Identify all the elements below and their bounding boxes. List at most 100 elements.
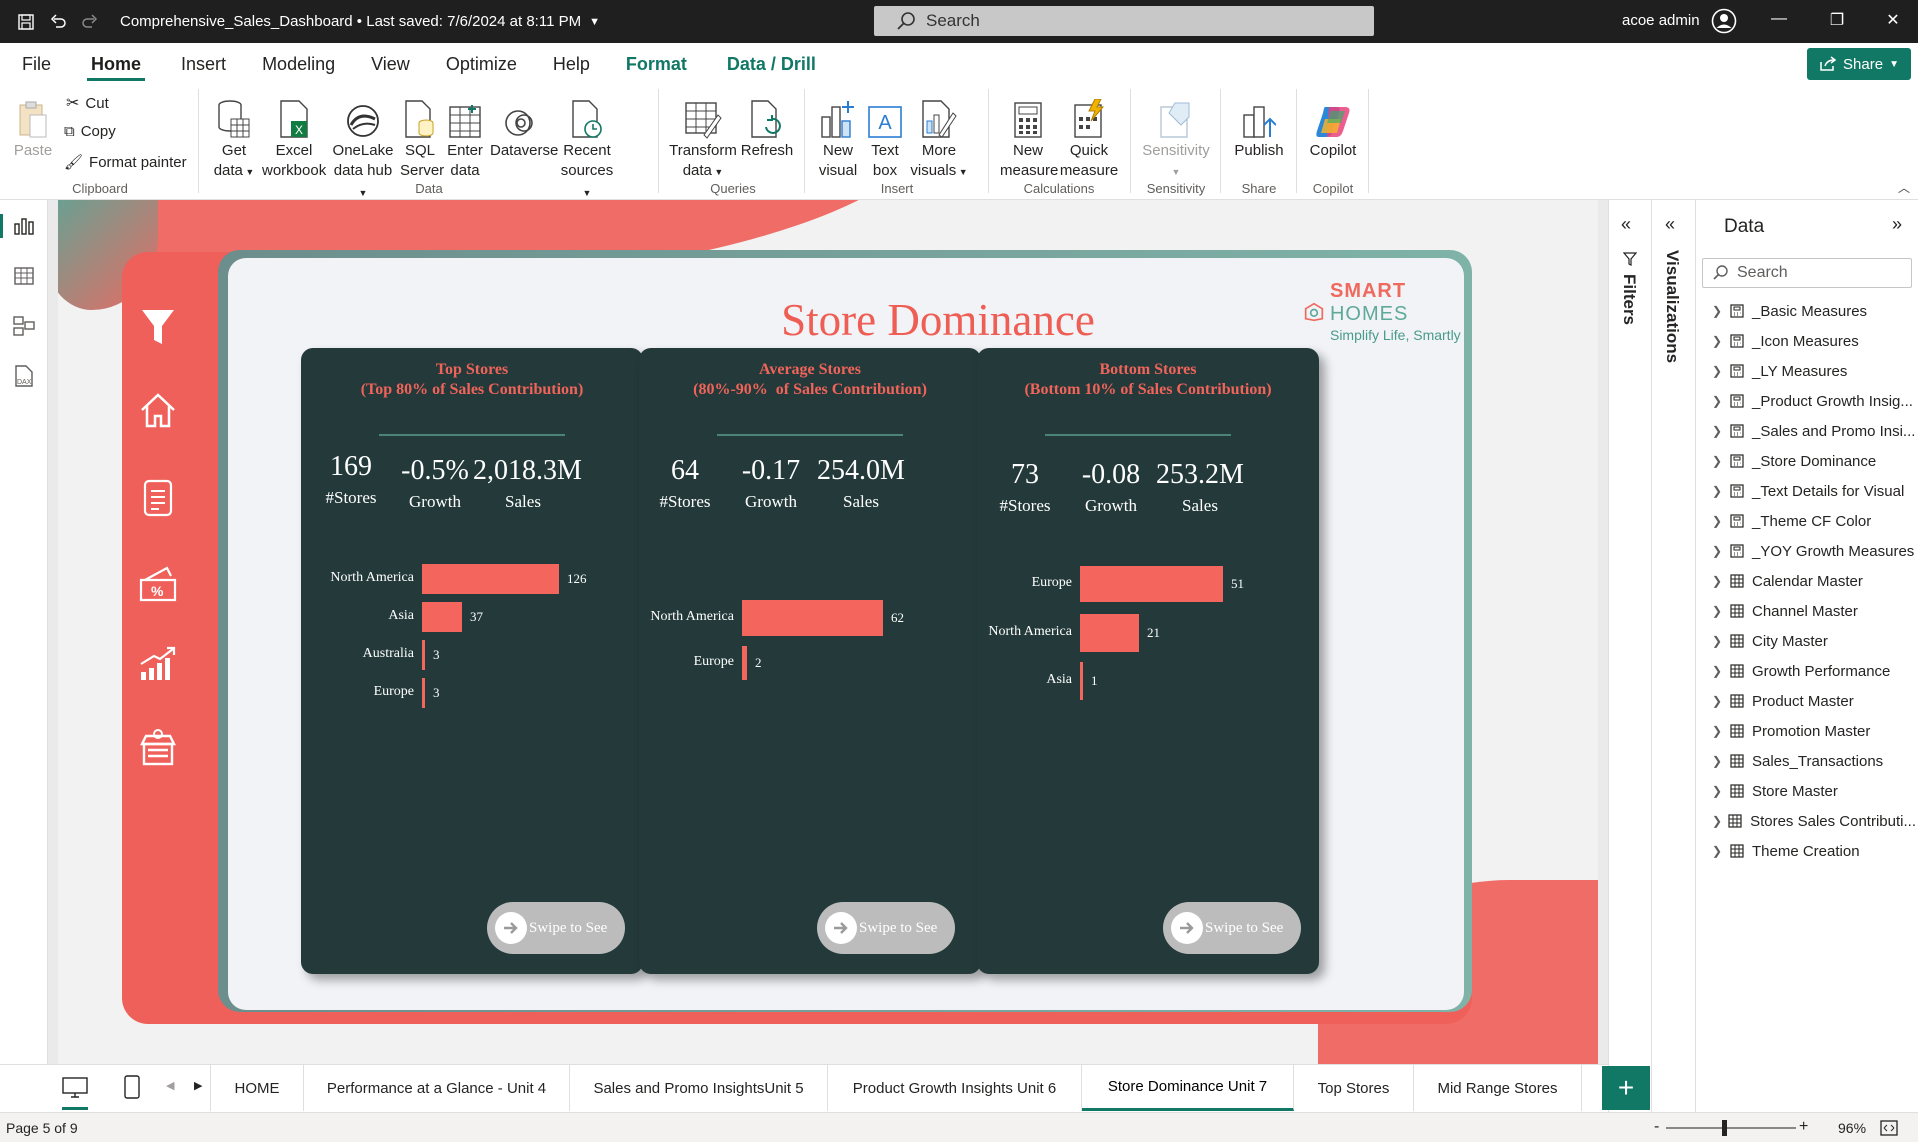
data-table-item[interactable]: ❯ _Basic Measures: [1712, 296, 1916, 326]
new-measure-button[interactable]: New measure: [1000, 89, 1058, 181]
bar[interactable]: [742, 646, 747, 680]
paste-button[interactable]: Paste: [10, 89, 56, 161]
scroll-right-icon[interactable]: ▶: [194, 1079, 202, 1092]
mobile-layout-icon[interactable]: [124, 1075, 140, 1099]
growth-chart-icon[interactable]: [128, 634, 188, 694]
fit-to-page-icon[interactable]: [1880, 1119, 1898, 1137]
filters-label[interactable]: Filters: [1619, 274, 1639, 325]
swipe-to-see-button[interactable]: Swipe to See: [817, 902, 955, 954]
undo-icon[interactable]: [42, 7, 74, 37]
data-table-item[interactable]: ❯ _Store Dominance: [1712, 446, 1916, 476]
data-table-item[interactable]: ❯ Growth Performance: [1712, 656, 1916, 686]
data-table-item[interactable]: ❯ Channel Master: [1712, 596, 1916, 626]
close-icon[interactable]: ✕: [1878, 10, 1908, 30]
report-view-icon[interactable]: [12, 214, 36, 238]
chevron-down-icon[interactable]: ▼: [589, 16, 600, 28]
page-tab-store-dominance[interactable]: Store Dominance Unit 7: [1082, 1065, 1294, 1111]
search-box[interactable]: Search: [874, 6, 1374, 36]
get-data-button[interactable]: Get data ▼: [210, 89, 258, 182]
desktop-layout-icon[interactable]: [62, 1077, 88, 1099]
filter-icon[interactable]: [128, 298, 188, 358]
excel-workbook-button[interactable]: X Excel workbook: [262, 89, 326, 181]
zoom-slider-handle[interactable]: [1722, 1120, 1727, 1136]
page-tab-performance[interactable]: Performance at a Glance - Unit 4: [304, 1065, 570, 1111]
zoom-out-button[interactable]: -: [1654, 1118, 1659, 1136]
tab-optimize[interactable]: Optimize: [428, 43, 535, 85]
tab-data-drill[interactable]: Data / Drill: [705, 43, 834, 85]
add-page-button[interactable]: +: [1602, 1066, 1650, 1110]
data-table-item[interactable]: ❯ _LY Measures: [1712, 356, 1916, 386]
data-table-item[interactable]: ❯ Promotion Master: [1712, 716, 1916, 746]
share-button[interactable]: Share ▼: [1807, 48, 1911, 80]
bar[interactable]: [422, 640, 425, 670]
chevron-left-double-icon[interactable]: «: [1621, 214, 1631, 235]
maximize-icon[interactable]: ❐: [1822, 10, 1852, 30]
data-table-item[interactable]: ❯ Theme Creation: [1712, 836, 1916, 866]
publish-button[interactable]: Publish: [1228, 89, 1290, 161]
chevron-right-double-icon[interactable]: »: [1892, 214, 1902, 235]
copilot-button[interactable]: Copilot: [1304, 89, 1362, 161]
transform-data-button[interactable]: Transform data ▼: [668, 89, 738, 182]
page-tab-home[interactable]: HOME: [210, 1065, 304, 1111]
dataverse-button[interactable]: Dataverse: [490, 89, 558, 161]
avatar-icon[interactable]: [1711, 8, 1737, 34]
data-table-item[interactable]: ❯ City Master: [1712, 626, 1916, 656]
page-tab-sales-promo[interactable]: Sales and Promo InsightsUnit 5: [570, 1065, 828, 1111]
bar[interactable]: [1080, 566, 1223, 602]
save-icon[interactable]: [10, 7, 42, 37]
tab-view[interactable]: View: [353, 43, 428, 85]
document-title[interactable]: Comprehensive_Sales_Dashboard • Last sav…: [120, 13, 581, 30]
model-view-icon[interactable]: [12, 314, 36, 338]
collapse-ribbon-icon[interactable]: ︿: [1898, 179, 1910, 196]
data-table-item[interactable]: ❯ _Icon Measures: [1712, 326, 1916, 356]
zoom-in-button[interactable]: +: [1799, 1118, 1808, 1136]
bar[interactable]: [1080, 614, 1139, 652]
text-box-button[interactable]: A Text box: [864, 89, 906, 181]
user-name[interactable]: acoe admin: [1622, 12, 1700, 29]
bar[interactable]: [742, 600, 883, 636]
data-table-item[interactable]: ❯ Product Master: [1712, 686, 1916, 716]
data-table-item[interactable]: ❯ Sales_Transactions: [1712, 746, 1916, 776]
data-table-item[interactable]: ❯ _Product Growth Insig...: [1712, 386, 1916, 416]
dax-query-view-icon[interactable]: DAX: [12, 364, 36, 388]
tab-home[interactable]: Home: [69, 43, 163, 85]
copy-button[interactable]: ⧉ Copy: [64, 123, 116, 140]
zoom-slider[interactable]: [1666, 1127, 1796, 1129]
new-visual-button[interactable]: New visual: [814, 89, 862, 181]
page-tab-product-growth[interactable]: Product Growth Insights Unit 6: [828, 1065, 1082, 1111]
zoom-level[interactable]: 96%: [1838, 1120, 1866, 1136]
visualizations-label[interactable]: Visualizations: [1662, 250, 1682, 363]
sensitivity-button[interactable]: Sensitivity ▼: [1140, 89, 1212, 182]
scroll-left-icon[interactable]: ◀: [166, 1079, 174, 1092]
data-table-item[interactable]: ❯ _Theme CF Color: [1712, 506, 1916, 536]
data-table-item[interactable]: ❯ _Text Details for Visual: [1712, 476, 1916, 506]
redo-icon[interactable]: [74, 7, 106, 37]
cut-button[interactable]: ✂ Cut: [66, 93, 109, 113]
tab-file[interactable]: File: [0, 43, 69, 85]
more-visuals-button[interactable]: More visuals ▼: [908, 89, 970, 182]
bar[interactable]: [1080, 662, 1083, 700]
tab-modeling[interactable]: Modeling: [244, 43, 353, 85]
data-table-item[interactable]: ❯ _YOY Growth Measures: [1712, 536, 1916, 566]
bar[interactable]: [422, 602, 462, 632]
data-search-input[interactable]: Search: [1702, 258, 1912, 288]
data-table-item[interactable]: ❯ Store Master: [1712, 776, 1916, 806]
enter-data-button[interactable]: Enter data: [442, 89, 488, 181]
tab-insert[interactable]: Insert: [163, 43, 244, 85]
data-table-item[interactable]: ❯ _Sales and Promo Insi...: [1712, 416, 1916, 446]
format-painter-button[interactable]: 🖌 Format painter: [64, 153, 187, 172]
quick-measure-button[interactable]: Quick measure: [1058, 89, 1120, 181]
sql-server-button[interactable]: SQL Server: [400, 89, 444, 181]
data-table-item[interactable]: ❯ Calendar Master: [1712, 566, 1916, 596]
tab-format[interactable]: Format: [608, 43, 705, 85]
home-icon[interactable]: [128, 380, 188, 440]
data-table-item[interactable]: ❯ Stores Sales Contributi...: [1712, 806, 1916, 836]
page-tab-mid-range[interactable]: Mid Range Stores: [1414, 1065, 1582, 1111]
bar[interactable]: [422, 678, 425, 708]
minimize-icon[interactable]: —: [1764, 10, 1794, 28]
chevron-left-double-icon[interactable]: «: [1665, 214, 1675, 235]
refresh-button[interactable]: Refresh: [740, 89, 794, 161]
store-icon[interactable]: [128, 718, 188, 778]
table-view-icon[interactable]: [12, 264, 36, 288]
report-document-icon[interactable]: [128, 468, 188, 528]
